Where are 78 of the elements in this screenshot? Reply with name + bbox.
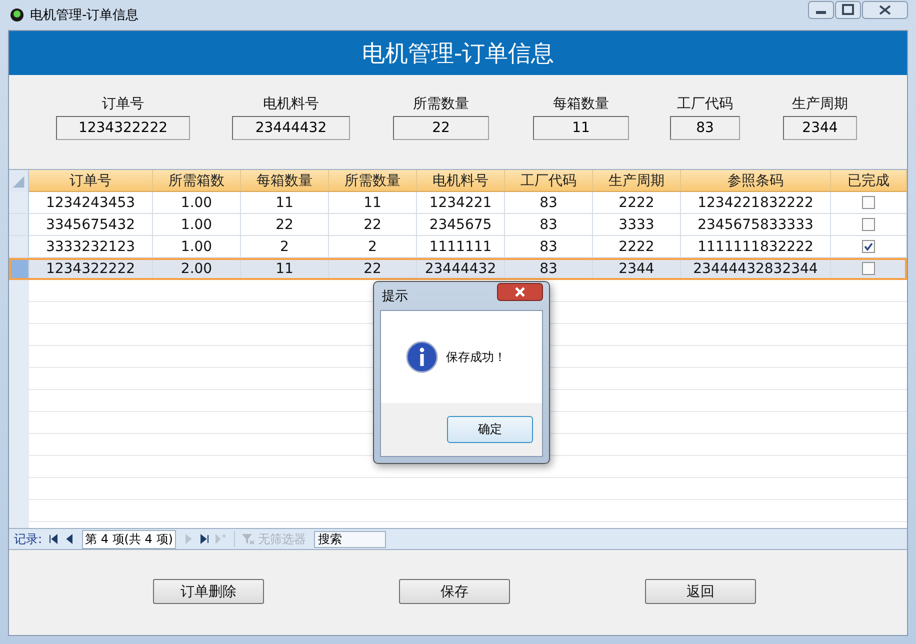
table-cell: 83 [505,192,593,213]
table-cell: 3333 [593,214,681,235]
record-label: 记录: [14,530,42,548]
column-header[interactable]: 所需数量 [329,170,417,191]
table-cell: 1234243453 [29,192,153,213]
field-label: 电机料号 [263,95,319,113]
field-label: 生产周期 [792,95,848,113]
select-all-icon[interactable] [9,170,29,192]
table-cell: 1.00 [153,214,241,235]
column-header[interactable]: 生产周期 [593,170,681,191]
checkbox[interactable] [862,240,875,253]
table-cell: 23444432 [417,258,505,279]
info-icon [406,341,438,373]
table-cell: 2345675833333 [681,214,831,235]
checkbox[interactable] [862,196,875,209]
input-field[interactable]: 2344 [783,116,857,140]
close-icon[interactable] [497,283,543,301]
window-title: 电机管理-订单信息 [30,7,139,24]
field-label: 每箱数量 [553,95,609,113]
column-header[interactable]: 电机料号 [417,170,505,191]
dialog-message: 保存成功！ [446,348,506,366]
table-cell: 11 [329,192,417,213]
column-header[interactable]: 每箱数量 [241,170,329,191]
table-cell: 2 [241,236,329,257]
table-cell: 3345675432 [29,214,153,235]
table-cell: 2222 [593,192,681,213]
action-button[interactable]: 返回 [645,579,756,604]
column-header[interactable]: 工厂代码 [505,170,593,191]
table-cell: 22 [329,214,417,235]
table-cell: 1111111832222 [681,236,831,257]
table-cell: 2 [329,236,417,257]
action-button[interactable]: 订单删除 [153,579,264,604]
table-cell: 1.00 [153,236,241,257]
column-header[interactable]: 所需箱数 [153,170,241,191]
input-field[interactable]: 11 [533,116,629,140]
table-cell: 22 [241,214,329,235]
maximize-icon[interactable] [835,1,861,19]
checkbox[interactable] [862,262,875,275]
record-position[interactable]: 第 4 项(共 4 项) [82,530,176,548]
ok-button[interactable]: 确定 [447,416,533,443]
table-cell: 1234322222 [29,258,153,279]
table-cell: 23444432832344 [681,258,831,279]
column-header[interactable]: 订单号 [29,170,153,191]
app-icon [10,8,24,22]
checkbox[interactable] [862,218,875,231]
table-cell: 1234221832222 [681,192,831,213]
input-field[interactable]: 1234322222 [56,116,190,140]
table-cell: 83 [505,236,593,257]
input-field[interactable]: 22 [393,116,489,140]
table-cell: 83 [505,214,593,235]
action-button[interactable]: 保存 [399,579,510,604]
table-cell: 22 [329,258,417,279]
table-cell: 1.00 [153,192,241,213]
column-header[interactable]: 参照条码 [681,170,831,191]
table-cell: 1111111 [417,236,505,257]
first-record-icon[interactable] [48,533,60,545]
table-cell: 11 [241,258,329,279]
dialog-title: 提示 [382,288,408,305]
table-cell: 2344 [593,258,681,279]
filter-icon [240,533,255,545]
input-field[interactable]: 23444432 [232,116,350,140]
column-header[interactable]: 已完成 [831,170,907,191]
header-bar: 电机管理-订单信息 [9,31,907,75]
field-label: 所需数量 [413,95,469,113]
minimize-icon[interactable] [808,1,834,19]
last-record-icon[interactable] [198,533,210,545]
close-icon[interactable] [862,1,908,19]
field-label: 工厂代码 [677,95,733,113]
input-field[interactable]: 83 [670,116,740,140]
field-label: 订单号 [102,95,144,113]
table-cell: 2.00 [153,258,241,279]
table-cell: 3333232123 [29,236,153,257]
table-cell: 2222 [593,236,681,257]
table-cell: 2345675 [417,214,505,235]
table-cell: 1234221 [417,192,505,213]
table-cell: 83 [505,258,593,279]
table-cell: 11 [241,192,329,213]
search-field[interactable]: 搜索 [314,530,386,548]
